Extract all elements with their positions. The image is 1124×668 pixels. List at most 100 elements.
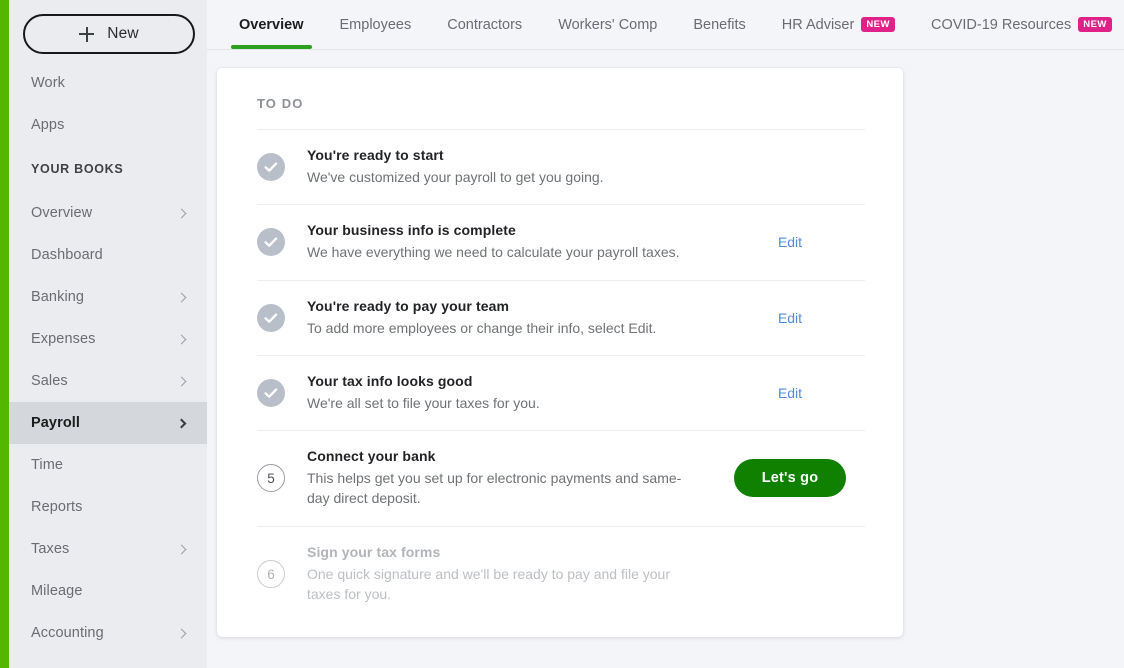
sidebar-item-label: Apps xyxy=(31,117,65,133)
todo-item-body: Your tax info looks good We're all set t… xyxy=(307,373,715,413)
tab-covid-19-resources[interactable]: COVID-19 Resources NEW xyxy=(913,1,1124,49)
todo-item-body: Sign your tax forms One quick signature … xyxy=(307,544,715,605)
sidebar-item-work[interactable]: Work xyxy=(9,62,207,104)
tab-workers-comp[interactable]: Workers' Comp xyxy=(540,1,675,49)
sidebar-item-label: Dashboard xyxy=(31,247,103,263)
sidebar-item-expenses[interactable]: Expenses xyxy=(9,318,207,360)
todo-item-heading: Your business info is complete xyxy=(307,222,516,239)
sidebar-item-overview[interactable]: Overview xyxy=(9,192,207,234)
main-content: Overview Employees Contractors Workers' … xyxy=(207,0,1124,668)
sidebar-item-payroll[interactable]: Payroll xyxy=(9,402,207,444)
step-number-badge: 5 xyxy=(257,464,285,493)
sidebar-books-nav: Overview Dashboard Banking Expenses Sale… xyxy=(9,192,207,654)
todo-item[interactable]: You're ready to pay your team To add mor… xyxy=(257,279,865,355)
new-button[interactable]: New xyxy=(23,14,195,54)
sidebar-item-label: Overview xyxy=(31,205,93,221)
new-badge: NEW xyxy=(1078,16,1112,32)
check-circle-icon xyxy=(257,228,285,257)
todo-item[interactable]: Your business info is complete We have e… xyxy=(257,204,865,279)
content-area: TO DO You're ready to start We've custom… xyxy=(207,50,1124,668)
todo-item[interactable]: You're ready to start We've customized y… xyxy=(257,129,865,204)
sidebar-item-time[interactable]: Time xyxy=(9,444,207,486)
sidebar-item-label: Expenses xyxy=(31,331,96,347)
tab-label: Benefits xyxy=(693,17,746,33)
brand-accent-strip xyxy=(0,0,9,668)
chevron-right-icon xyxy=(176,292,187,302)
todo-item-description: We have everything we need to calculate … xyxy=(307,244,680,261)
todo-item-heading: You're ready to start xyxy=(307,147,444,163)
edit-link[interactable]: Edit xyxy=(778,385,802,401)
todo-card: TO DO You're ready to start We've custom… xyxy=(217,68,903,638)
tab-benefits[interactable]: Benefits xyxy=(675,1,763,49)
sidebar-item-banking[interactable]: Banking xyxy=(9,276,207,318)
sidebar-item-label: Time xyxy=(31,457,64,473)
todo-item-description: To add more employees or change their in… xyxy=(307,319,657,336)
sidebar-item-label: Payroll xyxy=(31,415,81,431)
sidebar-item-mileage[interactable]: Mileage xyxy=(9,570,207,612)
todo-item-description: We're all set to file your taxes for you… xyxy=(307,394,540,411)
sidebar-item-label: Work xyxy=(31,75,65,91)
todo-item: 6 Sign your tax forms One quick signatur… xyxy=(257,525,865,622)
tab-contractors[interactable]: Contractors xyxy=(429,1,540,49)
todo-item-action: Let's go xyxy=(715,459,865,498)
tab-hr-adviser[interactable]: HR Adviser NEW xyxy=(764,1,913,49)
check-circle-icon xyxy=(257,153,285,182)
todo-item-description: This helps get you set up for electronic… xyxy=(307,470,682,507)
todo-item[interactable]: 5 Connect your bank This helps get you s… xyxy=(257,430,865,526)
chevron-right-icon xyxy=(176,544,187,554)
sidebar-item-apps[interactable]: Apps xyxy=(9,104,207,146)
tab-label: Overview xyxy=(239,17,304,33)
step-number-badge: 6 xyxy=(257,560,285,589)
sidebar-top-nav: Work Apps xyxy=(9,62,207,146)
tab-overview[interactable]: Overview xyxy=(221,1,322,49)
sidebar-item-sales[interactable]: Sales xyxy=(9,360,207,402)
todo-item-heading: Your tax info looks good xyxy=(307,372,473,389)
tab-label: Contractors xyxy=(447,17,523,33)
check-circle-icon xyxy=(257,379,285,408)
sidebar: New Work Apps YOUR BOOKS Overview Dashbo… xyxy=(9,0,207,668)
todo-item-heading: Connect your bank xyxy=(307,448,436,465)
sidebar-item-dashboard[interactable]: Dashboard xyxy=(9,234,207,276)
tab-label: Employees xyxy=(339,17,412,33)
new-button-label: New xyxy=(107,25,139,42)
chevron-right-icon xyxy=(176,418,187,428)
sidebar-item-label: Sales xyxy=(31,373,68,389)
tab-label: Workers' Comp xyxy=(558,17,658,33)
lets-go-button[interactable]: Let's go xyxy=(733,459,847,498)
todo-item-description: We've customized your payroll to get you… xyxy=(307,169,604,185)
chevron-right-icon xyxy=(176,208,187,218)
plus-icon xyxy=(79,26,95,42)
sidebar-section-header: YOUR BOOKS xyxy=(31,162,124,176)
todo-item-body: You're ready to start We've customized y… xyxy=(307,147,715,187)
todo-item-description: One quick signature and we'll be ready t… xyxy=(307,565,671,603)
todo-item-body: Connect your bank This helps get you set… xyxy=(307,448,715,509)
sidebar-item-accounting[interactable]: Accounting xyxy=(9,612,207,654)
chevron-right-icon xyxy=(176,376,187,386)
chevron-right-icon xyxy=(176,628,187,638)
new-badge: NEW xyxy=(861,16,895,32)
todo-item-body: You're ready to pay your team To add mor… xyxy=(307,298,715,338)
todo-item[interactable]: Your tax info looks good We're all set t… xyxy=(257,354,865,430)
sidebar-item-label: Banking xyxy=(31,289,85,305)
app-window: New Work Apps YOUR BOOKS Overview Dashbo… xyxy=(0,0,1124,668)
tab-employees[interactable]: Employees xyxy=(322,1,430,49)
sidebar-item-label: Accounting xyxy=(31,625,104,641)
edit-link[interactable]: Edit xyxy=(778,234,802,250)
todo-item-heading: Sign your tax forms xyxy=(307,543,441,560)
todo-item-body: Your business info is complete We have e… xyxy=(307,222,715,262)
sidebar-item-label: Reports xyxy=(31,499,83,515)
todo-item-heading: You're ready to pay your team xyxy=(307,297,510,314)
todo-item-action: Edit xyxy=(715,385,865,401)
sidebar-item-label: Mileage xyxy=(31,583,83,599)
tab-label: COVID-19 Resources xyxy=(930,17,1072,33)
todo-item-action: Edit xyxy=(715,234,865,250)
tab-label: HR Adviser xyxy=(781,17,855,33)
chevron-right-icon xyxy=(176,334,187,344)
edit-link[interactable]: Edit xyxy=(778,310,802,326)
payroll-tabbar: Overview Employees Contractors Workers' … xyxy=(207,0,1124,50)
check-circle-icon xyxy=(257,303,285,332)
sidebar-item-taxes[interactable]: Taxes xyxy=(9,528,207,570)
todo-card-title: TO DO xyxy=(257,96,304,111)
sidebar-item-reports[interactable]: Reports xyxy=(9,486,207,528)
sidebar-item-label: Taxes xyxy=(31,541,70,557)
